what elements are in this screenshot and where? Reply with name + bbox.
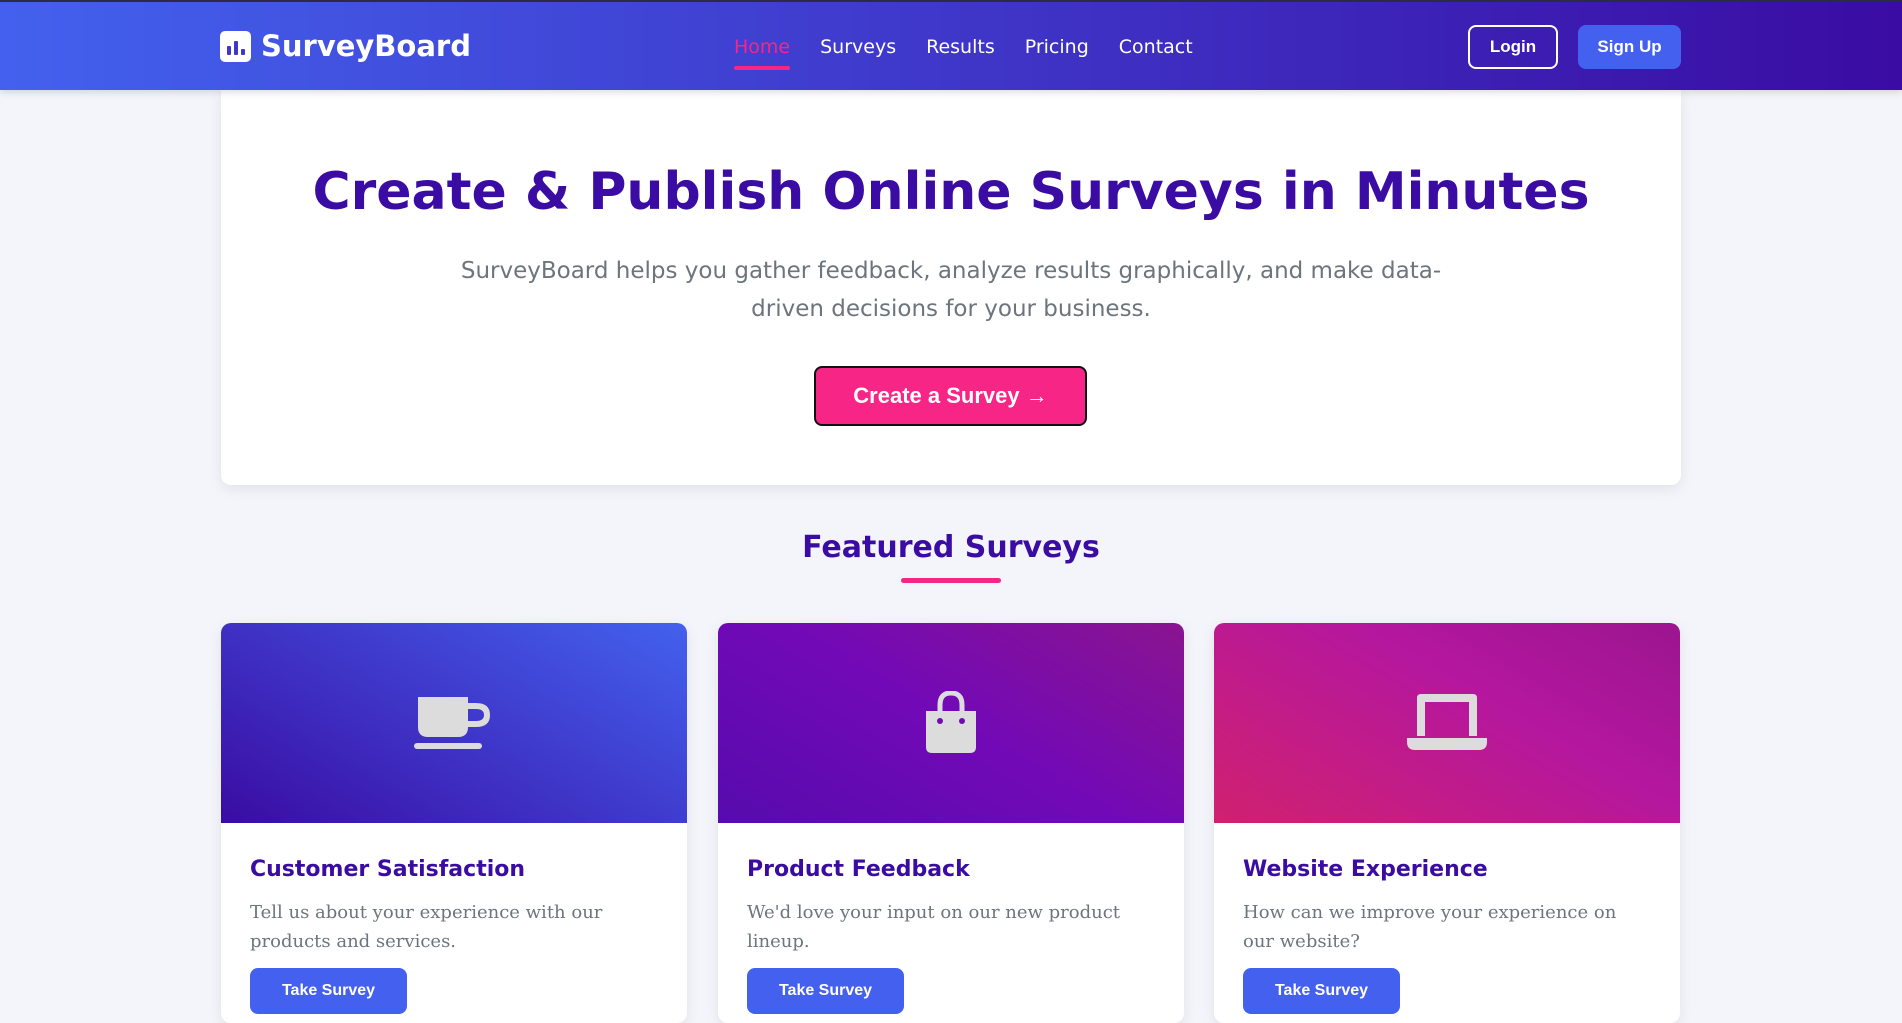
card-header-image [221,623,687,823]
card-description: We'd love your input on our new product … [747,902,1121,952]
card-description: How can we improve your experience on ou… [1243,902,1617,952]
survey-card-customer-satisfaction: Customer Satisfaction Tell us about your… [221,623,687,1023]
card-title: Website Experience [1243,857,1488,882]
take-survey-button[interactable]: Take Survey [1243,968,1400,1014]
nav-surveys[interactable]: Surveys [820,36,896,64]
take-survey-button[interactable]: Take Survey [250,968,407,1014]
card-header-image [1214,623,1680,823]
featured-surveys-title: Featured Surveys [802,530,1100,565]
shopping-bag-icon [926,691,976,753]
hero-title: Create & Publish Online Surveys in Minut… [312,162,1590,222]
create-survey-button[interactable]: Create a Survey → [814,366,1087,426]
login-button[interactable]: Login [1468,25,1558,69]
title-underline [901,578,1001,583]
nav-home[interactable]: Home [734,36,791,70]
bar-chart-icon [220,30,251,62]
card-header-image [718,623,1184,823]
brand-logo[interactable]: SurveyBoard [220,28,471,64]
card-title: Product Feedback [747,857,970,882]
take-survey-button[interactable]: Take Survey [747,968,904,1014]
nav-contact[interactable]: Contact [1119,36,1193,64]
laptop-icon [1407,694,1487,750]
top-navbar: SurveyBoard Home Surveys Results Pricing… [0,0,1902,90]
coffee-cup-icon [414,697,490,749]
survey-card-website-experience: Website Experience How can we improve yo… [1214,623,1680,1023]
main-nav: Home Surveys Results Pricing Contact [734,36,1193,70]
signup-button[interactable]: Sign Up [1578,25,1681,69]
nav-pricing[interactable]: Pricing [1025,36,1089,64]
card-title: Customer Satisfaction [250,857,526,882]
hero-subtitle: SurveyBoard helps you gather feedback, a… [460,258,1442,322]
brand-name: SurveyBoard [261,29,471,63]
survey-card-product-feedback: Product Feedback We'd love your input on… [718,623,1184,1023]
nav-results[interactable]: Results [926,36,995,64]
hero-section: Create & Publish Online Surveys in Minut… [221,90,1681,485]
card-description: Tell us about your experience with our p… [250,902,603,952]
